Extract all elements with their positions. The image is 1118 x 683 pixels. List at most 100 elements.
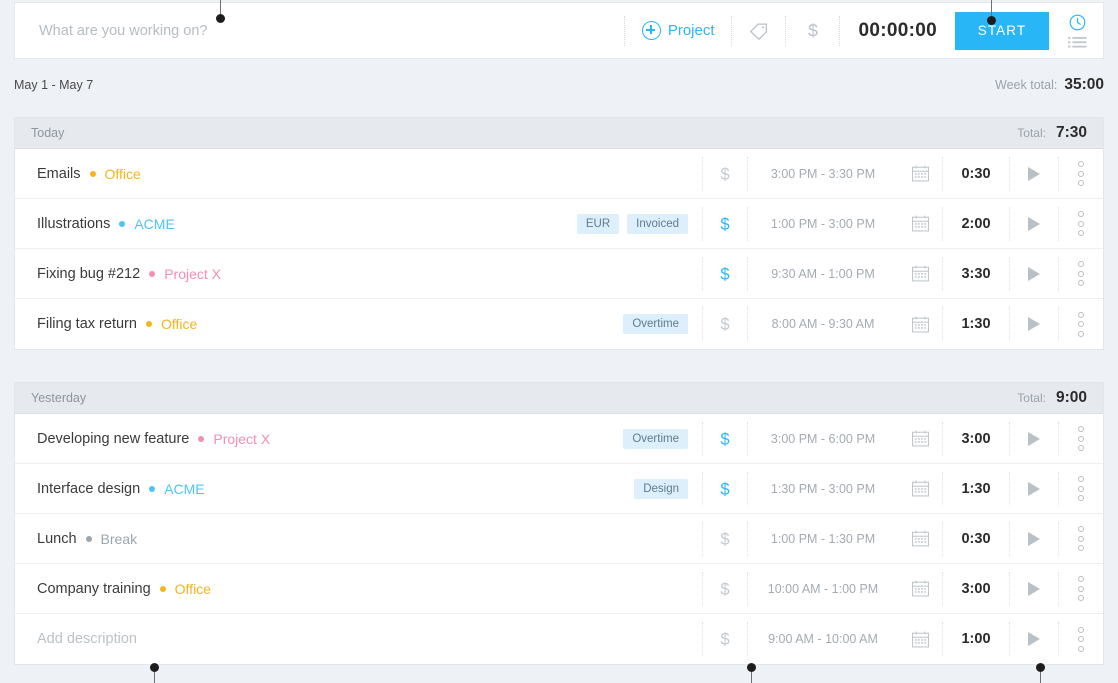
entry-task-label[interactable]: Company training [37, 581, 151, 597]
entry-time-range[interactable]: 3:00 PM - 3:30 PM [748, 157, 898, 191]
entry-task-label[interactable]: Interface design [37, 481, 140, 497]
dollar-icon[interactable]: $ [716, 528, 734, 550]
calendar-icon[interactable] [911, 479, 930, 498]
entry-duration[interactable]: 3:30 [943, 257, 1009, 291]
entry-date-button[interactable] [898, 307, 942, 341]
entry-time-range[interactable]: 9:30 AM - 1:00 PM [748, 257, 898, 291]
entry-task-label[interactable]: Lunch [37, 531, 77, 547]
entry-menu-button[interactable] [1059, 422, 1103, 456]
entry-duration[interactable]: 2:00 [943, 207, 1009, 241]
entry-date-button[interactable] [898, 157, 942, 191]
entry-play-button[interactable] [1010, 257, 1058, 291]
entry-duration[interactable]: 1:30 [943, 307, 1009, 341]
calendar-icon[interactable] [911, 315, 930, 334]
entry-description[interactable]: Illustrations ACME [15, 216, 577, 232]
entry-project-label[interactable]: ACME [164, 481, 204, 497]
dollar-icon[interactable]: $ [716, 578, 734, 600]
entry-billable-toggle[interactable]: $ [703, 622, 747, 656]
entry-time-range[interactable]: 3:00 PM - 6:00 PM [748, 422, 898, 456]
entry-menu-button[interactable] [1059, 157, 1103, 191]
entry-project-label[interactable]: Office [175, 581, 211, 597]
billable-button[interactable]: $ [787, 3, 839, 58]
entry-date-button[interactable] [898, 572, 942, 606]
entry-time-range[interactable]: 1:30 PM - 3:00 PM [748, 472, 898, 506]
entry-menu-button[interactable] [1059, 622, 1103, 656]
week-range-label[interactable]: May 1 - May 7 [14, 78, 93, 92]
entry-menu-button[interactable] [1059, 572, 1103, 606]
dollar-icon[interactable]: $ [716, 313, 734, 335]
table-row[interactable]: Emails Office $3:00 PM - 3:30 PM 0:30 [15, 149, 1103, 199]
entry-date-button[interactable] [898, 422, 942, 456]
entry-billable-toggle[interactable]: $ [703, 157, 747, 191]
calendar-icon[interactable] [911, 579, 930, 598]
entry-task-label[interactable]: Developing new feature [37, 431, 189, 447]
entry-description[interactable]: Company training Office [15, 581, 688, 597]
dollar-icon[interactable]: $ [716, 478, 734, 500]
entry-description[interactable]: Filing tax return Office [15, 316, 623, 332]
dollar-icon[interactable]: $ [716, 163, 734, 185]
entry-project-label[interactable]: Break [101, 531, 138, 547]
entry-billable-toggle[interactable]: $ [703, 257, 747, 291]
entry-date-button[interactable] [898, 207, 942, 241]
table-row[interactable]: Illustrations ACME EUR Invoiced $1:00 PM - 3… [15, 199, 1103, 249]
entry-duration[interactable]: 0:30 [943, 157, 1009, 191]
entry-duration[interactable]: 3:00 [943, 422, 1009, 456]
entry-play-button[interactable] [1010, 622, 1058, 656]
entry-time-range[interactable]: 9:00 AM - 10:00 AM [748, 622, 898, 656]
list-icon[interactable] [1067, 36, 1087, 49]
entry-billable-toggle[interactable]: $ [703, 472, 747, 506]
tag-chip[interactable]: Overtime [623, 314, 688, 334]
dollar-icon[interactable]: $ [716, 628, 734, 650]
entry-play-button[interactable] [1010, 207, 1058, 241]
dollar-icon[interactable]: $ [716, 213, 734, 235]
entry-billable-toggle[interactable]: $ [703, 572, 747, 606]
entry-description[interactable]: Fixing bug #212 Project X [15, 266, 688, 282]
table-row[interactable]: Filing tax return Office Overtime $8:00 AM … [15, 299, 1103, 349]
calendar-icon[interactable] [911, 214, 930, 233]
entry-date-button[interactable] [898, 622, 942, 656]
entry-date-button[interactable] [898, 472, 942, 506]
entry-description[interactable]: Developing new feature Project X [15, 431, 623, 447]
entry-time-range[interactable]: 10:00 AM - 1:00 PM [748, 572, 898, 606]
entry-duration[interactable]: 1:30 [943, 472, 1009, 506]
entry-menu-button[interactable] [1059, 522, 1103, 556]
entry-duration[interactable]: 1:00 [943, 622, 1009, 656]
entry-task-label[interactable]: Filing tax return [37, 316, 137, 332]
calendar-icon[interactable] [911, 164, 930, 183]
table-row[interactable]: Fixing bug #212 Project X $9:30 AM - 1:00 … [15, 249, 1103, 299]
entry-time-range[interactable]: 8:00 AM - 9:30 AM [748, 307, 898, 341]
entry-menu-button[interactable] [1059, 257, 1103, 291]
calendar-icon[interactable] [911, 529, 930, 548]
entry-project-label[interactable]: Office [105, 166, 141, 182]
entry-project-label[interactable]: Project X [164, 266, 221, 282]
dollar-icon[interactable]: $ [716, 263, 734, 285]
entry-duration[interactable]: 3:00 [943, 572, 1009, 606]
entry-description[interactable]: Emails Office [15, 166, 688, 182]
entry-billable-toggle[interactable]: $ [703, 422, 747, 456]
entry-time-range[interactable]: 1:00 PM - 3:00 PM [748, 207, 898, 241]
entry-play-button[interactable] [1010, 472, 1058, 506]
table-row[interactable]: Developing new feature Project X Overtime $… [15, 414, 1103, 464]
entry-task-label[interactable]: Fixing bug #212 [37, 266, 140, 282]
entry-time-range[interactable]: 1:00 PM - 1:30 PM [748, 522, 898, 556]
entry-play-button[interactable] [1010, 522, 1058, 556]
entry-description[interactable]: Interface design ACME [15, 481, 634, 497]
entry-project-label[interactable]: ACME [134, 216, 174, 232]
start-button[interactable]: START [955, 11, 1049, 50]
description-input[interactable] [15, 2, 624, 59]
entry-duration[interactable]: 0:30 [943, 522, 1009, 556]
entry-billable-toggle[interactable]: $ [703, 307, 747, 341]
calendar-icon[interactable] [911, 264, 930, 283]
tag-chip[interactable]: Overtime [623, 428, 688, 449]
table-row[interactable]: Lunch Break $1:00 PM - 1:30 PM 0:30 [15, 514, 1103, 564]
table-row[interactable]: Add description $9:00 AM - 10:00 AM 1:00 [15, 614, 1103, 664]
calendar-icon[interactable] [911, 630, 930, 649]
entry-play-button[interactable] [1010, 572, 1058, 606]
entry-billable-toggle[interactable]: $ [703, 207, 747, 241]
clock-icon[interactable] [1068, 13, 1087, 32]
tag-button[interactable] [733, 3, 785, 58]
entry-date-button[interactable] [898, 257, 942, 291]
entry-project-label[interactable]: Office [161, 316, 197, 332]
entry-billable-toggle[interactable]: $ [703, 522, 747, 556]
entry-description-input[interactable]: Add description [15, 631, 688, 647]
